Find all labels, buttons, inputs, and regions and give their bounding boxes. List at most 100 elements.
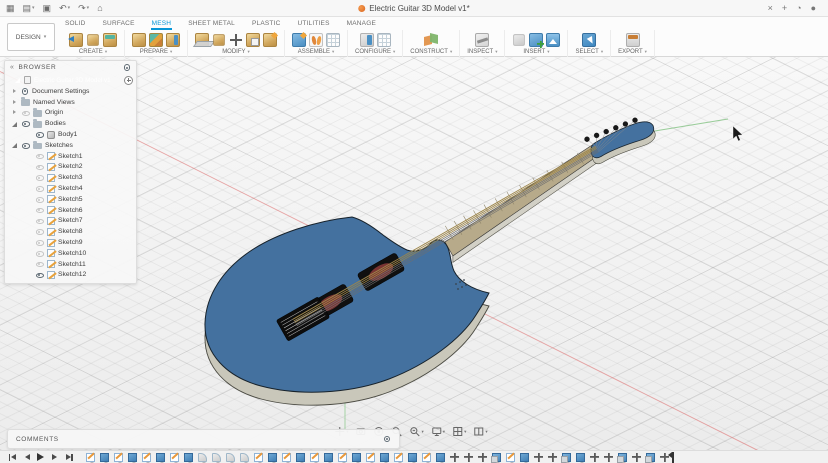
sketch-feature-icon[interactable] [282, 453, 291, 462]
new-tab-icon[interactable]: + [782, 3, 787, 13]
file-menu-icon[interactable]: ▤▾ [23, 4, 35, 13]
move-feature-icon[interactable] [548, 453, 557, 462]
expand-arrow-icon[interactable] [11, 109, 18, 116]
sketch-feature-icon[interactable] [142, 453, 151, 462]
sketch-feature-icon[interactable] [366, 453, 375, 462]
group-label-modify[interactable]: MODIFY▾ [222, 49, 250, 55]
joint-icon[interactable] [309, 33, 323, 47]
new-component-icon[interactable] [292, 33, 306, 47]
play-button[interactable] [36, 453, 45, 462]
tab-manage[interactable]: MANAGE [346, 18, 377, 30]
move-copy-icon[interactable] [229, 33, 243, 47]
sketch-feature-icon[interactable] [170, 453, 179, 462]
group-label-inspect[interactable]: INSPECT▾ [467, 49, 497, 55]
move-feature-icon[interactable] [590, 453, 599, 462]
extrude-feature-icon[interactable] [436, 453, 445, 462]
undo-icon[interactable]: ↶▾ [59, 4, 70, 13]
tree-item-sketch3[interactable]: Sketch3 [5, 172, 136, 183]
fillet-feature-icon[interactable] [198, 453, 207, 462]
visibility-eye-icon[interactable] [35, 130, 44, 139]
expand-arrow-icon[interactable] [11, 88, 18, 95]
tree-item-sketch2[interactable]: Sketch2 [5, 162, 136, 173]
extrude-feature-icon[interactable] [324, 453, 333, 462]
group-label-create[interactable]: CREATE▾ [79, 49, 107, 55]
combine-feature-icon[interactable] [646, 453, 655, 462]
tree-item-sketch1[interactable]: Sketch1 [5, 151, 136, 162]
timeline-playhead[interactable] [672, 452, 674, 463]
fillet-feature-icon[interactable] [240, 453, 249, 462]
configuration-icon[interactable] [360, 33, 374, 47]
visibility-eye-icon[interactable] [21, 119, 30, 128]
sketch-feature-icon[interactable] [86, 453, 95, 462]
insert-svg-icon[interactable] [529, 33, 543, 47]
visibility-eye-icon[interactable] [21, 108, 30, 117]
collapse-panel-icon[interactable]: « [10, 64, 15, 71]
viewports-icon[interactable]: ▾ [473, 426, 487, 437]
go-to-end-button[interactable] [64, 453, 73, 462]
guitar-neck-side[interactable] [453, 154, 600, 262]
job-status-icon[interactable]: ◔ [796, 3, 801, 13]
select-tool-icon[interactable] [582, 33, 596, 47]
move-feature-icon[interactable] [478, 453, 487, 462]
extrude-feature-icon[interactable] [408, 453, 417, 462]
tree-item-document-settings[interactable]: Document Settings [5, 86, 136, 97]
fillet-feature-icon[interactable] [212, 453, 221, 462]
sketch-feature-icon[interactable] [394, 453, 403, 462]
extrude-feature-icon[interactable] [576, 453, 585, 462]
go-to-start-button[interactable] [8, 453, 17, 462]
tree-item-sketch6[interactable]: Sketch6 [5, 205, 136, 216]
visibility-eye-icon[interactable] [35, 173, 44, 182]
move-feature-icon[interactable] [464, 453, 473, 462]
expand-arrow-icon[interactable] [11, 99, 18, 106]
visibility-eye-icon[interactable] [35, 249, 44, 258]
tree-item-sketch11[interactable]: Sketch11 [5, 259, 136, 270]
visibility-eye-icon[interactable] [21, 141, 30, 150]
extrude-feature-icon[interactable] [156, 453, 165, 462]
reduce-icon[interactable] [213, 34, 224, 45]
sketch-feature-icon[interactable] [338, 453, 347, 462]
tab-solid[interactable]: SOLID [64, 18, 87, 30]
tab-mesh[interactable]: MESH [151, 18, 173, 30]
browser-settings-gear-icon[interactable] [123, 64, 131, 72]
browser-root-row[interactable]: Electric Guitar 3D Model v1 [7, 74, 134, 86]
zoom-icon[interactable]: ▾ [410, 426, 424, 437]
visibility-eye-icon[interactable] [35, 152, 44, 161]
extrude-feature-icon[interactable] [100, 453, 109, 462]
group-label-configure[interactable]: CONFIGURE▾ [355, 49, 395, 55]
tab-utilities[interactable]: UTILITIES [296, 18, 330, 30]
tab-sheet-metal[interactable]: SHEET METAL [187, 18, 236, 30]
sketch-feature-icon[interactable] [254, 453, 263, 462]
sketch-feature-icon[interactable] [506, 453, 515, 462]
create-mesh-face-icon[interactable] [103, 33, 117, 47]
root-expander-icon[interactable] [14, 77, 21, 84]
tree-item-sketches[interactable]: Sketches [5, 140, 136, 151]
group-label-construct[interactable]: CONSTRUCT▾ [410, 49, 452, 55]
move-feature-icon[interactable] [604, 453, 613, 462]
extrude-feature-icon[interactable] [184, 453, 193, 462]
visibility-eye-icon[interactable] [35, 227, 44, 236]
group-label-export[interactable]: EXPORT▾ [618, 49, 647, 55]
sketch-feature-icon[interactable] [114, 453, 123, 462]
collapse-arrow-icon[interactable] [11, 120, 18, 127]
display-settings-icon[interactable]: ▾ [431, 426, 445, 437]
erase-and-fill-icon[interactable] [246, 33, 260, 47]
configuration-table-icon[interactable] [377, 33, 391, 47]
app-grid-icon[interactable]: ▦ [6, 4, 15, 13]
tree-item-sketch7[interactable]: Sketch7 [5, 216, 136, 227]
remesh-icon[interactable] [195, 33, 209, 47]
move-feature-icon[interactable] [450, 453, 459, 462]
visibility-eye-icon[interactable] [35, 270, 44, 279]
tree-item-sketch10[interactable]: Sketch10 [5, 248, 136, 259]
collapse-arrow-icon[interactable] [11, 142, 18, 149]
measure-icon[interactable] [475, 33, 489, 47]
combine-feature-icon[interactable] [562, 453, 571, 462]
tree-item-sketch9[interactable]: Sketch9 [5, 237, 136, 248]
sketch-feature-icon[interactable] [310, 453, 319, 462]
combine-face-groups-icon[interactable] [166, 33, 180, 47]
extrude-feature-icon[interactable] [268, 453, 277, 462]
close-tab-icon[interactable]: × [768, 3, 773, 13]
tree-item-bodies[interactable]: Bodies [5, 118, 136, 129]
construct-plane-icon[interactable] [424, 33, 438, 47]
sketch-feature-icon[interactable] [422, 453, 431, 462]
grid-settings-icon[interactable]: ▾ [452, 426, 466, 437]
